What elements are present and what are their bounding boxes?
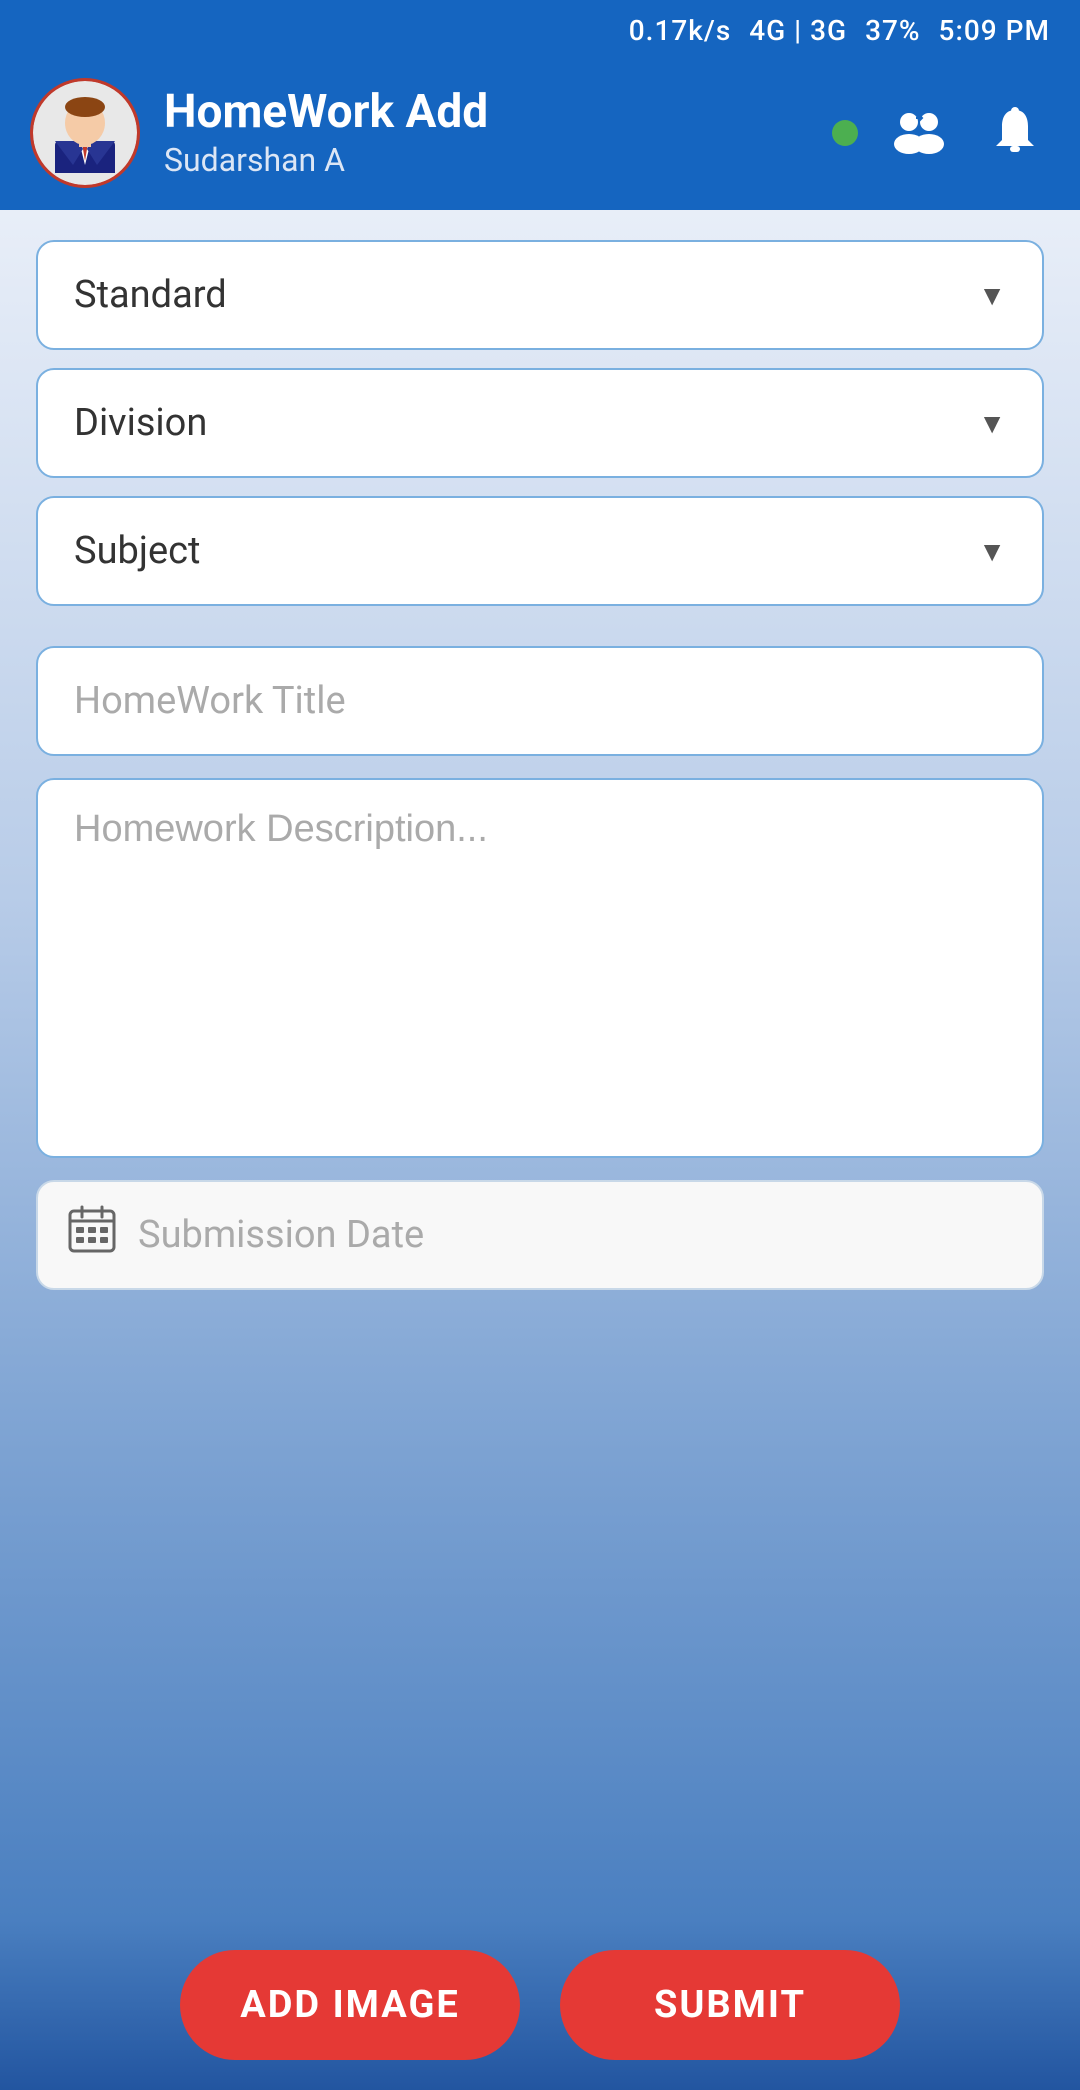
dropdown-section: Standard ▼ Division ▼ Subject ▼ (36, 240, 1044, 606)
date-placeholder-text: Submission Date (138, 1213, 424, 1257)
subject-dropdown[interactable]: Subject ▼ (36, 496, 1044, 606)
homework-description-input[interactable] (36, 778, 1044, 1158)
status-bar: 0.17k/s 4G | 3G 37% 5:09 PM (0, 0, 1080, 60)
add-image-button[interactable]: ADD IMAGE (180, 1950, 520, 2060)
avatar (30, 78, 140, 188)
battery-level: 37% (865, 14, 920, 47)
input-section: Submission Date (36, 646, 1044, 1290)
bell-icon[interactable] (980, 98, 1050, 168)
header-actions (832, 98, 1050, 168)
standard-dropdown[interactable]: Standard ▼ (36, 240, 1044, 350)
standard-label: Standard (74, 273, 227, 317)
users-icon[interactable] (884, 98, 954, 168)
time: 5:09 PM (939, 14, 1050, 47)
app-header: HomeWork Add Sudarshan A (0, 60, 1080, 210)
network-speed: 0.17k/s (629, 14, 731, 47)
calendar-icon (66, 1203, 118, 1267)
user-name: Sudarshan A (164, 141, 808, 179)
submission-date-input[interactable]: Submission Date (36, 1180, 1044, 1290)
page-title: HomeWork Add (164, 87, 808, 138)
division-arrow: ▼ (978, 407, 1006, 440)
main-content: Standard ▼ Division ▼ Subject ▼ (0, 210, 1080, 1920)
submit-button[interactable]: SUBMIT (560, 1950, 900, 2060)
online-status-dot (832, 120, 858, 146)
division-dropdown[interactable]: Division ▼ (36, 368, 1044, 478)
network-type: 4G | 3G (749, 14, 847, 47)
bottom-action-bar: ADD IMAGE SUBMIT (0, 1920, 1080, 2090)
division-label: Division (74, 401, 207, 445)
header-info: HomeWork Add Sudarshan A (164, 87, 808, 180)
avatar-image (45, 93, 125, 173)
subject-label: Subject (74, 529, 200, 573)
standard-arrow: ▼ (978, 279, 1006, 312)
subject-arrow: ▼ (978, 535, 1006, 568)
homework-title-input[interactable] (36, 646, 1044, 756)
